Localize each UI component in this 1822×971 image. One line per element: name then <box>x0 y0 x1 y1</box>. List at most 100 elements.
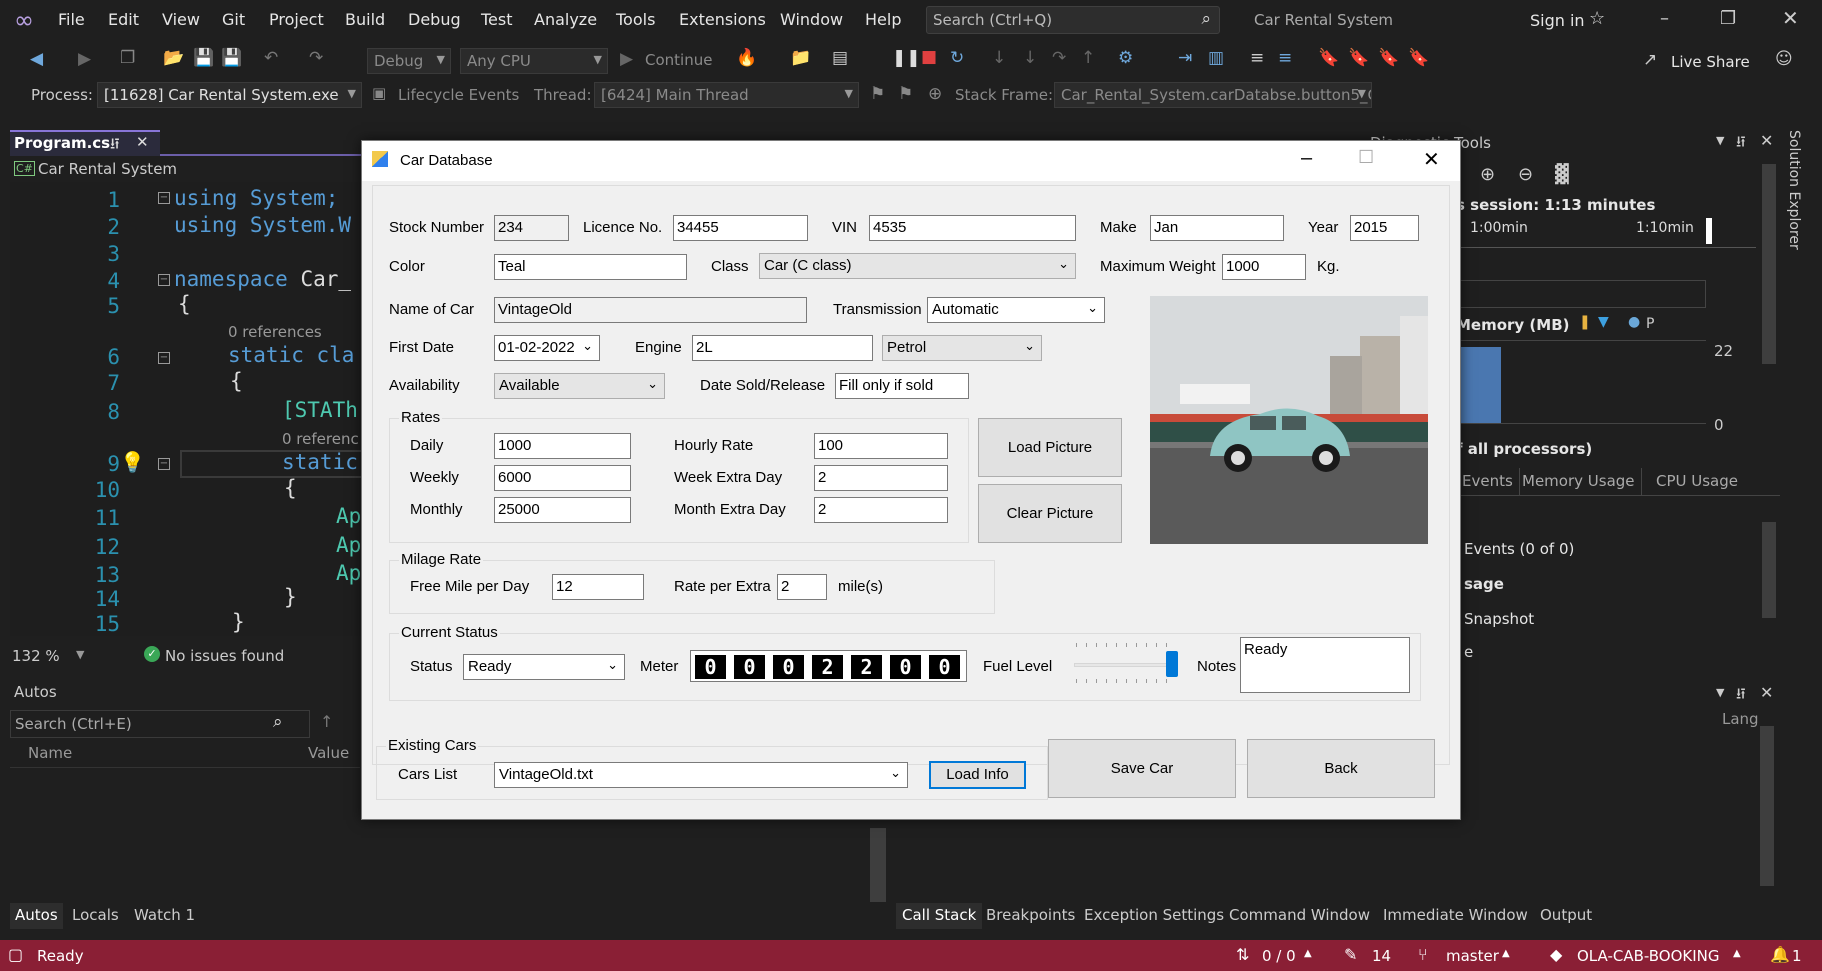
class-dropdown[interactable]: Car (C class) ⌄ <box>759 253 1076 279</box>
make-field[interactable]: Jan <box>1150 215 1284 241</box>
lightbulb-icon[interactable]: 💡 <box>120 450 145 474</box>
notifications-bell-icon[interactable]: 🔔 <box>1770 945 1790 964</box>
lifecycle-events-dropdown[interactable]: Lifecycle Events <box>398 86 519 104</box>
autos-scrollbar[interactable] <box>870 828 886 902</box>
save-all-icon[interactable]: 💾 <box>221 48 242 68</box>
menu-tools[interactable]: Tools <box>616 10 655 29</box>
tab-events[interactable]: Events <box>1456 468 1520 495</box>
branch-name[interactable]: master <box>1446 947 1499 965</box>
menu-debug[interactable]: Debug <box>408 10 461 29</box>
hot-reload-icon[interactable]: 🔥 <box>736 48 757 68</box>
live-share-icon[interactable]: ↗ <box>1643 50 1657 70</box>
lifecycle-icon[interactable]: ▣ <box>372 84 386 102</box>
fuel-type-dropdown[interactable]: Petrol ⌄ <box>882 335 1042 361</box>
code-editor[interactable]: 1 2 3 4 5 6 7 8 9 10 11 12 13 14 15 − − … <box>10 182 362 636</box>
fuel-level-slider[interactable] <box>1074 641 1180 685</box>
indent-icon[interactable]: ≡ <box>1250 48 1264 68</box>
events-summary[interactable]: Events (0 of 0) <box>1464 540 1574 558</box>
new-project-icon[interactable]: ❐ <box>120 48 135 68</box>
load-info-button[interactable]: Load Info <box>929 761 1026 789</box>
pending-changes-count[interactable]: 14 <box>1372 947 1391 965</box>
date-sold-field[interactable]: Fill only if sold <box>835 373 969 399</box>
repository-name[interactable]: OLA-CAB-BOOKING <box>1577 947 1720 965</box>
availability-dropdown[interactable]: Available ⌄ <box>494 373 665 399</box>
cars-list-dropdown[interactable]: VintageOld.txt ⌄ <box>494 762 908 788</box>
menu-test[interactable]: Test <box>481 10 513 29</box>
menu-extensions[interactable]: Extensions <box>679 10 766 29</box>
browser-link-icon[interactable]: 📁 <box>790 48 811 68</box>
sync-arrows-icon[interactable]: ⇅ <box>1236 945 1249 964</box>
close-icon[interactable]: ✕ <box>1423 147 1440 172</box>
configuration-dropdown[interactable]: Debug ▼ <box>367 48 451 74</box>
clear-bookmark-icon[interactable]: 🔖 <box>1408 48 1429 68</box>
zoom-level[interactable]: 132 % <box>12 647 60 665</box>
tab-exception-settings[interactable]: Exception Settings <box>1084 906 1224 924</box>
max-weight-field[interactable]: 1000 <box>1222 254 1306 280</box>
issues-status[interactable]: No issues found <box>165 647 284 665</box>
navigate-back-icon[interactable]: ◀ <box>30 49 43 69</box>
collapse-icon[interactable]: − <box>158 352 170 364</box>
transmission-dropdown[interactable]: Automatic ⌄ <box>927 297 1105 323</box>
status-dropdown[interactable]: Ready ⌄ <box>463 654 625 680</box>
tab-autos[interactable]: Autos <box>10 903 63 929</box>
pin-icon[interactable]: ⭿ <box>1736 132 1746 157</box>
vs-logo-icon[interactable]: ∞ <box>14 6 34 34</box>
diagnostics-scrollbar[interactable] <box>1762 164 1776 364</box>
column-header-language[interactable]: Lang <box>1722 710 1759 728</box>
slider-thumb[interactable] <box>1166 651 1178 677</box>
notes-textarea[interactable]: Ready <box>1240 637 1410 693</box>
minimize-icon[interactable]: – <box>1660 8 1669 29</box>
pencil-icon[interactable]: ✎ <box>1344 945 1357 964</box>
repo-icon[interactable]: ◆ <box>1550 945 1562 964</box>
menu-view[interactable]: View <box>162 10 200 29</box>
stock-number-field[interactable]: 234 <box>494 215 569 241</box>
maximize-icon[interactable]: ☐ <box>1358 147 1374 168</box>
chevron-down-icon[interactable]: ▼ <box>76 648 84 661</box>
pause-icon[interactable]: ❚❚ <box>892 48 921 68</box>
restart-icon[interactable]: ↻ <box>950 48 964 68</box>
back-button[interactable]: Back <box>1247 739 1435 798</box>
menu-git[interactable]: Git <box>222 10 245 29</box>
open-folder-icon[interactable]: 📂 <box>163 48 184 68</box>
live-share-button[interactable]: Live Share <box>1671 53 1750 71</box>
next-bookmark-icon[interactable]: 🔖 <box>1378 48 1399 68</box>
licence-field[interactable]: 34455 <box>673 215 808 241</box>
tab-cpu-usage[interactable]: CPU Usage <box>1650 468 1744 495</box>
menu-file[interactable]: File <box>58 10 85 29</box>
undo-icon[interactable]: ↶ <box>264 48 278 68</box>
outdent-icon[interactable]: ≡ <box>1278 48 1292 68</box>
free-mile-field[interactable]: 12 <box>552 574 644 600</box>
step-out-icon[interactable]: ↑ <box>1081 48 1095 68</box>
filter-thread-icon[interactable]: ⚑ <box>898 84 913 104</box>
engine-field[interactable]: 2L <box>692 335 873 361</box>
bookmark-icon[interactable]: 🔖 <box>1318 48 1339 68</box>
column-header-value[interactable]: Value <box>308 744 349 762</box>
search-box[interactable]: Search (Ctrl+Q) ⌕ <box>926 6 1220 34</box>
tab-command-window[interactable]: Command Window <box>1229 906 1370 924</box>
panel-menu-icon[interactable]: ▼ <box>1716 686 1724 699</box>
tab-immediate-window[interactable]: Immediate Window <box>1383 906 1528 924</box>
sign-in-button[interactable]: Sign in <box>1530 11 1585 30</box>
diagnostic-icon[interactable]: ⚙ <box>1118 48 1133 68</box>
close-tab-icon[interactable]: ✕ <box>136 133 149 151</box>
output-icon[interactable]: ▢ <box>8 945 23 964</box>
code-lens-references[interactable]: 0 referenc <box>282 430 359 448</box>
column-header-name[interactable]: Name <box>28 744 72 762</box>
zoom-in-icon[interactable]: ⊕ <box>1480 164 1495 185</box>
collapse-icon[interactable]: − <box>158 458 170 470</box>
menu-window[interactable]: Window <box>780 10 843 29</box>
close-icon[interactable]: ✕ <box>1760 683 1773 702</box>
layout-icon[interactable]: ▤ <box>832 48 848 68</box>
pin-icon[interactable]: ⭿ <box>110 134 120 159</box>
chevron-up-icon[interactable]: ▲ <box>1733 948 1741 959</box>
stack-frame-dropdown[interactable]: Car_Rental_System.carDatabse.button5_Cl ▼ <box>1054 82 1372 108</box>
process-dropdown[interactable]: [11628] Car Rental System.exe ▼ <box>97 82 362 108</box>
month-extra-field[interactable]: 2 <box>814 497 948 523</box>
redo-icon[interactable]: ↷ <box>309 48 323 68</box>
menu-build[interactable]: Build <box>345 10 385 29</box>
feedback-icon[interactable]: ☺ <box>1775 49 1793 69</box>
close-icon[interactable]: ✕ <box>1760 131 1773 150</box>
thread-dropdown[interactable]: [6424] Main Thread ▼ <box>594 82 859 108</box>
pin-icon[interactable]: ⭿ <box>1736 684 1746 709</box>
user-feedback-icon[interactable]: ☆ <box>1589 8 1605 29</box>
